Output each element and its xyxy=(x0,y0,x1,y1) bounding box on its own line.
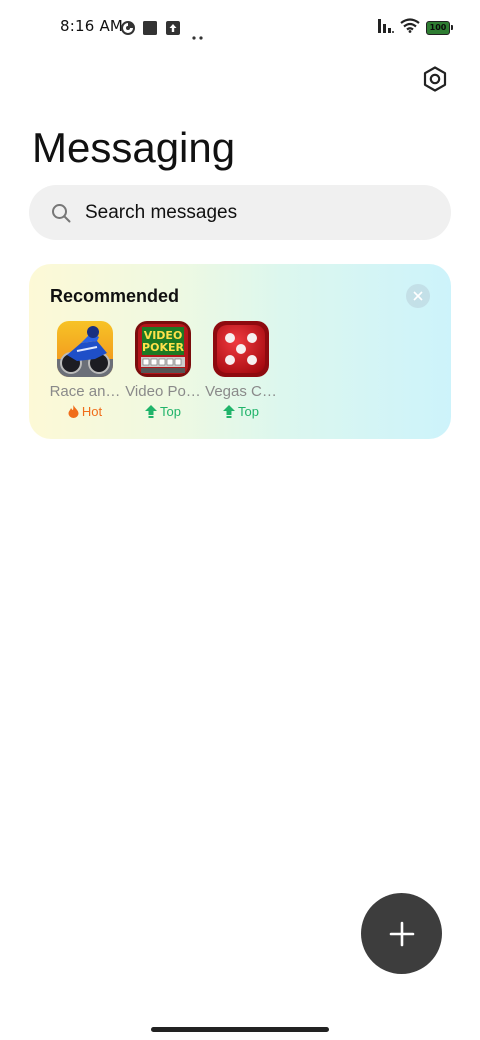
video-poker-app-icon: VIDEO POKER xyxy=(135,321,191,377)
battery-icon: 100 xyxy=(426,20,453,35)
status-right-group: 100 xyxy=(378,18,453,37)
data-saver-icon xyxy=(121,20,135,39)
status-time: 8:16 AM xyxy=(60,17,124,35)
new-message-button[interactable] xyxy=(361,893,442,974)
recommended-card: Recommended Race an… Hot VIDEO POKER Vid… xyxy=(29,264,451,439)
video-poker-icon-line2: POKER xyxy=(142,341,184,354)
settings-gear-icon xyxy=(423,66,447,92)
race-app-icon xyxy=(57,321,113,377)
top-badge: Top xyxy=(223,404,259,419)
app-vegas[interactable]: Vegas C… Top xyxy=(205,321,277,419)
app-race[interactable]: Race an… Hot xyxy=(50,321,120,419)
signal-icon xyxy=(378,18,394,37)
arrow-up-icon xyxy=(223,405,236,418)
home-indicator[interactable] xyxy=(151,1027,329,1032)
upload-icon xyxy=(166,20,180,39)
recommended-apps: Race an… Hot VIDEO POKER Video Po… Top V… xyxy=(50,321,277,419)
app-name: Vegas C… xyxy=(205,383,277,400)
badge-label: Top xyxy=(238,404,259,419)
top-badge: Top xyxy=(145,404,181,419)
badge-label: Top xyxy=(160,404,181,419)
arrow-up-icon xyxy=(145,405,158,418)
recommended-close-button[interactable] xyxy=(406,284,430,308)
hot-badge: Hot xyxy=(68,404,102,419)
badge-label: Hot xyxy=(81,404,103,419)
page-title: Messaging xyxy=(32,124,236,171)
app-video-poker[interactable]: VIDEO POKER Video Po… Top xyxy=(125,321,201,419)
wifi-icon xyxy=(400,18,420,37)
search-icon xyxy=(52,203,71,222)
settings-button[interactable] xyxy=(420,64,450,94)
recommended-title: Recommended xyxy=(50,286,180,306)
close-icon xyxy=(413,291,423,301)
more-notifications-icon xyxy=(192,25,204,44)
notification-square-icon xyxy=(143,20,157,39)
battery-level: 100 xyxy=(429,22,447,32)
search-input[interactable] xyxy=(83,200,407,225)
search-bar[interactable] xyxy=(29,185,451,240)
flame-icon xyxy=(68,405,79,418)
vegas-app-icon xyxy=(213,321,269,377)
plus-icon xyxy=(389,921,414,946)
status-bar: 8:16 AM 100 xyxy=(0,0,480,56)
